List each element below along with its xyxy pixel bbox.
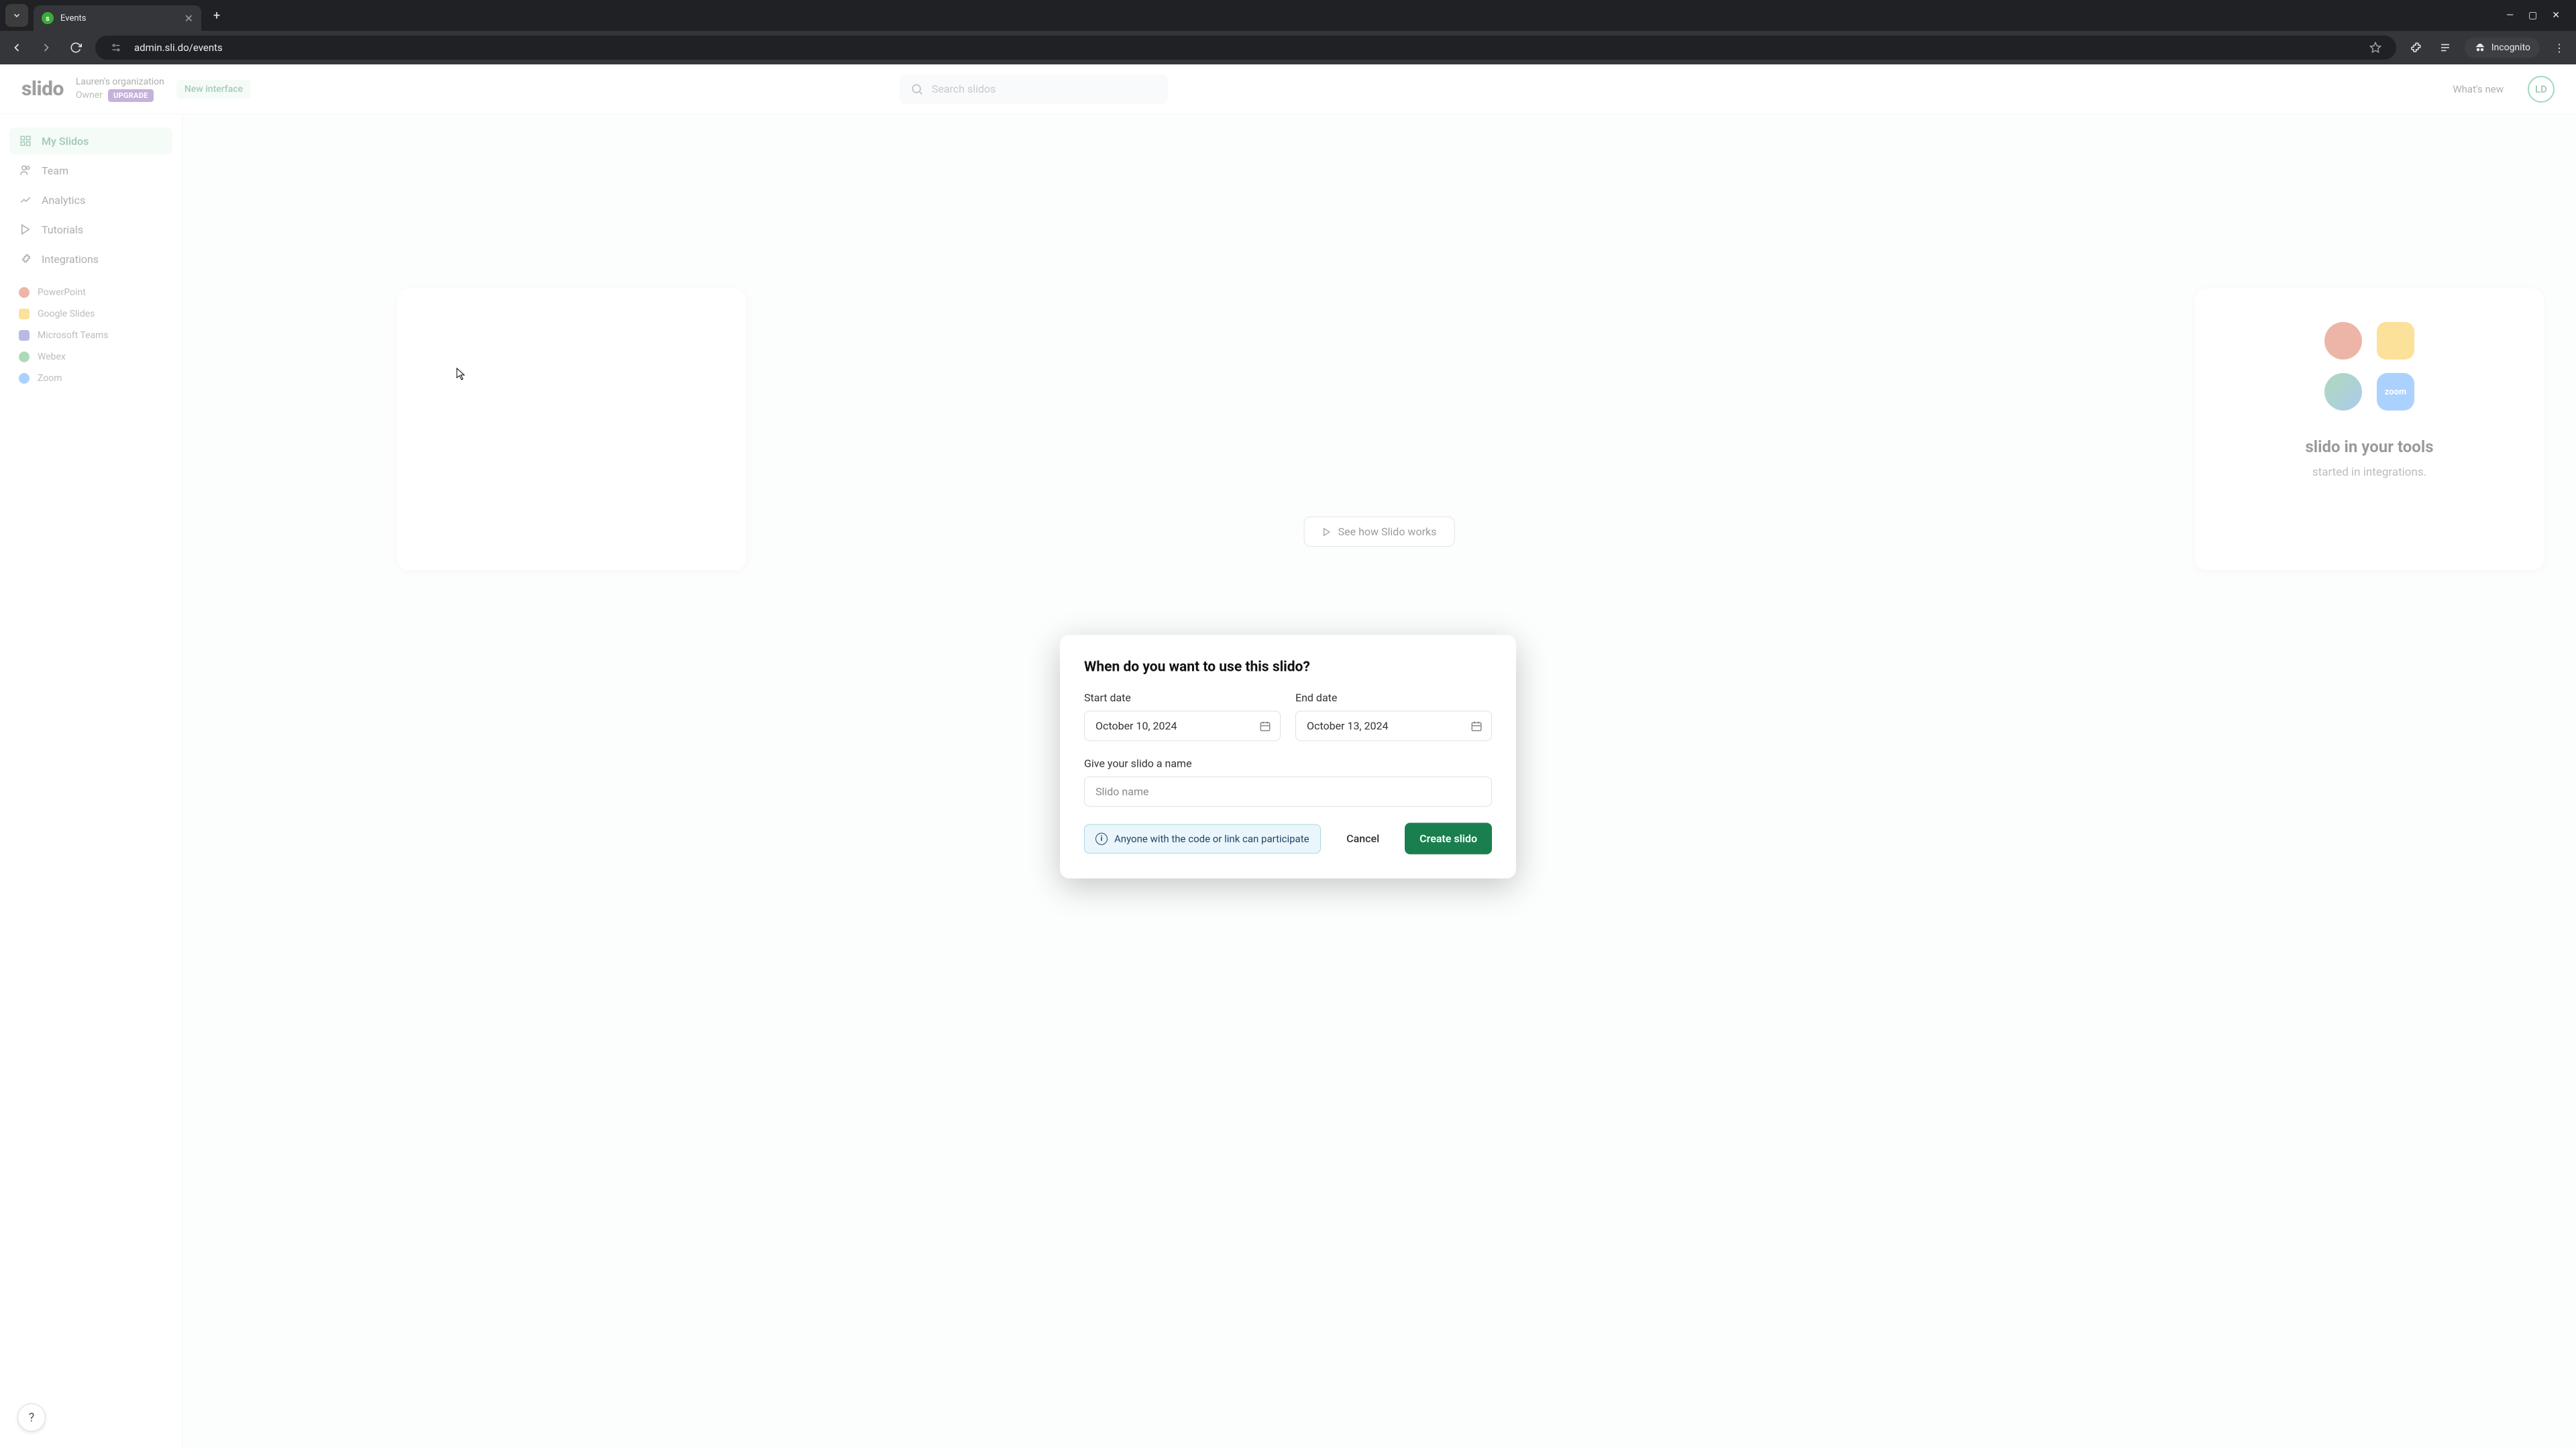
cancel-button[interactable]: Cancel <box>1332 823 1394 855</box>
incognito-label: Incognito <box>2491 42 2530 53</box>
app-viewport: slido Lauren's organization Owner UPGRAD… <box>0 64 2576 1449</box>
incognito-badge[interactable]: Incognito <box>2465 38 2540 58</box>
bookmark-icon[interactable] <box>2365 38 2385 58</box>
new-tab-button[interactable]: + <box>207 9 227 23</box>
modal-title: When do you want to use this slido? <box>1084 659 1492 676</box>
start-date-input[interactable] <box>1084 711 1281 741</box>
tab-bar: s Events ✕ + — ▢ ✕ <box>0 0 2576 31</box>
tab-title: Events <box>60 13 178 23</box>
info-text: Anyone with the code or link can partici… <box>1114 833 1309 845</box>
create-slido-button[interactable]: Create slido <box>1405 823 1492 855</box>
info-pill[interactable]: i Anyone with the code or link can parti… <box>1084 824 1321 853</box>
browser-tab[interactable]: s Events ✕ <box>34 5 201 31</box>
incognito-icon <box>2474 42 2486 54</box>
site-info-icon[interactable] <box>106 38 126 58</box>
tabs-dropdown[interactable] <box>5 4 28 27</box>
start-date-label: Start date <box>1084 692 1281 704</box>
end-date-input[interactable] <box>1295 711 1492 741</box>
url-text: admin.sli.do/events <box>134 42 2357 54</box>
tab-close-icon[interactable]: ✕ <box>184 12 193 25</box>
help-button[interactable]: ? <box>17 1403 46 1432</box>
back-icon[interactable] <box>7 38 27 58</box>
browser-chrome: s Events ✕ + — ▢ ✕ admin.sli.do/events I… <box>0 0 2576 64</box>
browser-menu-icon[interactable]: ⋮ <box>2549 38 2569 58</box>
create-slido-modal: When do you want to use this slido? Star… <box>1060 635 1516 879</box>
info-icon: i <box>1095 833 1108 845</box>
address-bar: admin.sli.do/events Incognito ⋮ <box>0 31 2576 64</box>
window-controls: — ▢ ✕ <box>2506 10 2571 21</box>
reload-icon[interactable] <box>66 38 86 58</box>
end-date-label: End date <box>1295 692 1492 704</box>
forward-icon[interactable] <box>36 38 56 58</box>
minimize-icon[interactable]: — <box>2506 10 2514 21</box>
close-window-icon[interactable]: ✕ <box>2552 10 2560 21</box>
reading-list-icon[interactable] <box>2435 38 2455 58</box>
slido-name-input[interactable] <box>1084 777 1492 807</box>
extensions-icon[interactable] <box>2406 38 2426 58</box>
slido-name-label: Give your slido a name <box>1084 757 1492 770</box>
maximize-icon[interactable]: ▢ <box>2528 10 2537 21</box>
tab-favicon: s <box>42 12 54 24</box>
url-field[interactable]: admin.sli.do/events <box>95 36 2396 60</box>
